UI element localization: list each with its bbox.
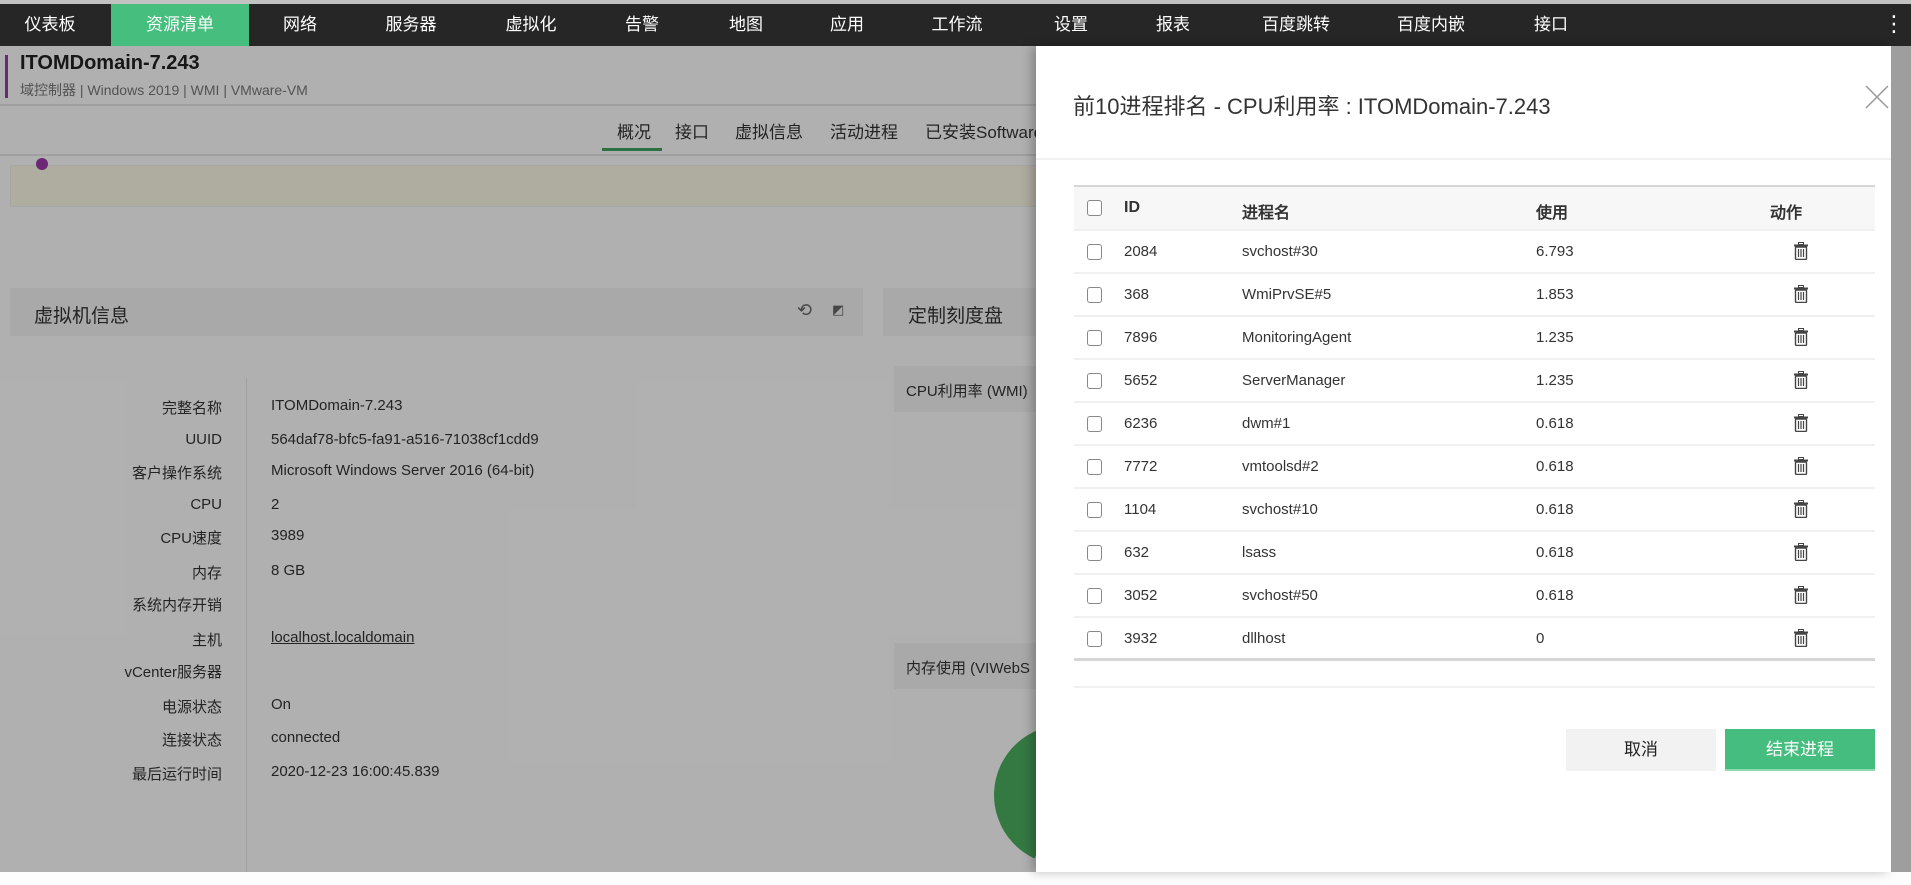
trash-icon[interactable] xyxy=(1794,371,1808,390)
process-name: ServerManager xyxy=(1242,372,1346,389)
more-menu-icon[interactable]: ⋮ xyxy=(1883,4,1905,46)
row-checkbox[interactable] xyxy=(1087,373,1102,389)
row-checkbox[interactable] xyxy=(1087,588,1102,604)
trash-icon[interactable] xyxy=(1794,457,1808,476)
row-checkbox[interactable] xyxy=(1087,459,1102,475)
process-usage: 0.618 xyxy=(1536,415,1574,432)
trash-icon[interactable] xyxy=(1794,285,1808,304)
table-row: 3052 svchost#50 0.618 xyxy=(1074,575,1875,618)
nav-servers[interactable]: 服务器 xyxy=(376,4,446,46)
table-row: 632 lsass 0.618 xyxy=(1074,532,1875,575)
process-name: svchost#10 xyxy=(1242,501,1318,518)
table-row: 2084 svchost#30 6.793 xyxy=(1074,231,1875,274)
trash-icon[interactable] xyxy=(1794,500,1808,519)
row-checkbox[interactable] xyxy=(1087,416,1102,432)
process-name: WmiPrvSE#5 xyxy=(1242,286,1332,303)
panel-title: 前10进程排名 - CPU利用率 : ITOMDomain-7.243 xyxy=(1073,94,1551,119)
process-usage: 0.618 xyxy=(1536,458,1574,475)
nav-settings[interactable]: 设置 xyxy=(1041,4,1101,46)
process-id: 7896 xyxy=(1124,329,1158,346)
table-header: ID 进程名 使用 动作 xyxy=(1074,187,1875,231)
process-id: 6236 xyxy=(1124,415,1158,432)
process-name: dllhost xyxy=(1242,630,1286,647)
divider xyxy=(1036,158,1891,160)
process-table: ID 进程名 使用 动作 2084 svchost#30 6.793 368 WmiPr… xyxy=(1074,185,1875,661)
process-usage: 1.235 xyxy=(1536,372,1574,389)
nav-virtualization[interactable]: 虚拟化 xyxy=(496,4,566,46)
process-usage: 6.793 xyxy=(1536,243,1574,260)
nav-alarms[interactable]: 告警 xyxy=(612,4,672,46)
trash-icon[interactable] xyxy=(1794,414,1808,433)
process-usage: 0.618 xyxy=(1536,544,1574,561)
process-name: vmtoolsd#2 xyxy=(1242,458,1319,475)
table-row: 7896 MonitoringAgent 1.235 xyxy=(1074,317,1875,360)
col-name: 进程名 xyxy=(1242,205,1291,222)
process-name: MonitoringAgent xyxy=(1242,329,1352,346)
process-usage: 0.618 xyxy=(1536,501,1574,518)
col-usage: 使用 xyxy=(1536,205,1569,222)
process-name: svchost#50 xyxy=(1242,587,1318,604)
table-row: 368 WmiPrvSE#5 1.853 xyxy=(1074,274,1875,317)
row-checkbox[interactable] xyxy=(1087,330,1102,346)
trash-icon[interactable] xyxy=(1794,586,1808,605)
scrollbar[interactable] xyxy=(1891,46,1911,872)
process-usage: 0.618 xyxy=(1536,587,1574,604)
row-checkbox[interactable] xyxy=(1087,631,1102,647)
nav-maps[interactable]: 地图 xyxy=(716,4,776,46)
table-row: 3932 dllhost 0 xyxy=(1074,618,1875,661)
table-row: 1104 svchost#10 0.618 xyxy=(1074,489,1875,532)
end-process-button[interactable]: 结束进程 xyxy=(1725,729,1875,771)
process-name: svchost#30 xyxy=(1242,243,1318,260)
nav-baidu-redirect[interactable]: 百度跳转 xyxy=(1251,4,1341,46)
nav-inventory[interactable]: 资源清单 xyxy=(111,4,249,46)
row-checkbox[interactable] xyxy=(1087,244,1102,260)
table-row: 7772 vmtoolsd#2 0.618 xyxy=(1074,446,1875,489)
nav-network[interactable]: 网络 xyxy=(270,4,330,46)
table-row: 5652 ServerManager 1.235 xyxy=(1074,360,1875,403)
trash-icon[interactable] xyxy=(1794,629,1808,648)
col-action: 动作 xyxy=(1770,205,1803,222)
process-usage: 0 xyxy=(1536,630,1545,647)
row-checkbox[interactable] xyxy=(1087,545,1102,561)
col-id: ID xyxy=(1124,199,1140,216)
row-checkbox[interactable] xyxy=(1087,502,1102,518)
overlay-strip xyxy=(0,0,1911,4)
main-nav: 仪表板 资源清单 网络 服务器 虚拟化 告警 地图 应用 工作流 设置 报表 百… xyxy=(0,4,1911,46)
row-checkbox[interactable] xyxy=(1087,287,1102,303)
process-id: 2084 xyxy=(1124,243,1158,260)
process-name: dwm#1 xyxy=(1242,415,1291,432)
trash-icon[interactable] xyxy=(1794,328,1808,347)
nav-api[interactable]: 接口 xyxy=(1521,4,1581,46)
process-id: 1104 xyxy=(1124,501,1157,518)
process-id: 3052 xyxy=(1124,587,1158,604)
select-all-checkbox[interactable] xyxy=(1087,200,1102,216)
process-usage: 1.235 xyxy=(1536,329,1574,346)
nav-workflow[interactable]: 工作流 xyxy=(922,4,992,46)
process-id: 5652 xyxy=(1124,372,1158,389)
process-id: 632 xyxy=(1124,544,1150,561)
nav-baidu-embed[interactable]: 百度内嵌 xyxy=(1386,4,1476,46)
trash-icon[interactable] xyxy=(1794,543,1808,562)
process-id: 3932 xyxy=(1124,630,1158,647)
divider xyxy=(1074,686,1875,688)
close-icon[interactable] xyxy=(1864,84,1890,110)
nav-apps[interactable]: 应用 xyxy=(817,4,877,46)
nav-dashboard[interactable]: 仪表板 xyxy=(18,4,82,46)
nav-reports[interactable]: 报表 xyxy=(1143,4,1203,46)
process-name: lsass xyxy=(1242,544,1277,561)
table-row: 6236 dwm#1 0.618 xyxy=(1074,403,1875,446)
trash-icon[interactable] xyxy=(1794,242,1808,261)
process-id: 368 xyxy=(1124,286,1150,303)
cancel-button[interactable]: 取消 xyxy=(1566,729,1716,771)
process-usage: 1.853 xyxy=(1536,286,1574,303)
process-id: 7772 xyxy=(1124,458,1158,475)
